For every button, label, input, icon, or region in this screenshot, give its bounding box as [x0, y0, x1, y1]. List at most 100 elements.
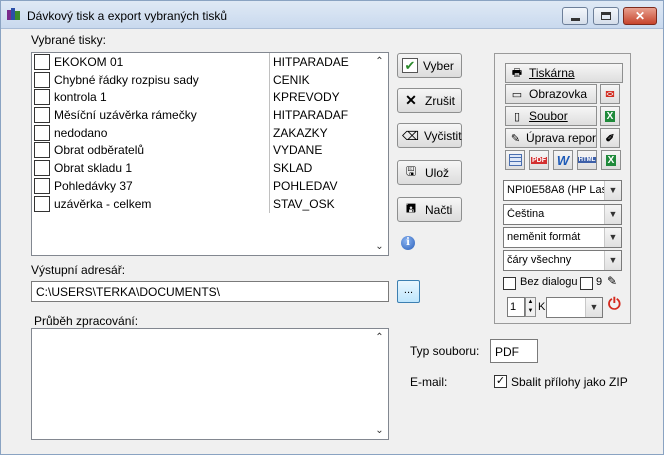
chevron-down-icon[interactable]: ▼: [585, 298, 602, 317]
no-dialog-checkbox[interactable]: [503, 277, 516, 290]
print-name: Pohledávky 37: [54, 178, 133, 193]
app-icon: [7, 8, 21, 22]
excel-icon: X: [604, 110, 616, 122]
minimize-button[interactable]: [562, 7, 588, 25]
report-designer-button[interactable]: ✐: [600, 128, 620, 148]
progress-label: Průběh zpracování:: [34, 314, 139, 328]
save-button[interactable]: 🖫 Ulož: [397, 160, 462, 185]
word-export-button[interactable]: W: [553, 150, 573, 170]
print-code: POHLEDAV: [273, 178, 338, 193]
row-checkbox[interactable]: [34, 89, 50, 106]
list-item[interactable]: Obrat skladu 1 SKLAD: [32, 159, 372, 177]
chevron-down-icon[interactable]: ▼: [604, 251, 621, 270]
row-checkbox[interactable]: [34, 160, 50, 177]
row-checkbox[interactable]: [34, 177, 50, 194]
file-type-field[interactable]: PDF: [490, 339, 538, 363]
power-icon[interactable]: ⏻: [608, 296, 621, 314]
pencil-icon: ✎: [510, 132, 521, 145]
output-panel: 🖶 Tiskárna ▭ Obrazovka ✉ ▯ Soubor X ✎ Úp…: [494, 53, 631, 324]
copies-input[interactable]: 1: [507, 297, 525, 317]
list-item[interactable]: Chybné řádky rozpisu sady CENIK: [32, 71, 372, 89]
scroll-down-icon[interactable]: ⌄: [371, 422, 388, 439]
clear-button[interactable]: ⌫ Vyčistit: [397, 123, 462, 148]
close-icon: ✕: [634, 9, 646, 23]
row-checkbox[interactable]: [34, 195, 50, 212]
spin-up-icon[interactable]: ▲: [526, 298, 535, 307]
browse-button[interactable]: ...: [397, 280, 420, 303]
print-name: Chybné řádky rozpisu sady: [54, 72, 199, 87]
output-dir-input[interactable]: C:\USERS\TERKA\DOCUMENTS\: [31, 281, 389, 302]
format-select[interactable]: neměnit formát ▼: [503, 227, 622, 248]
edit-report-button[interactable]: ✎ Úprava repor: [505, 128, 597, 148]
row-checkbox[interactable]: [34, 142, 50, 159]
print-name: uzávěrka - celkem: [54, 196, 152, 211]
window-title: Dávkový tisk a export vybraných tisků: [27, 9, 228, 23]
screen-button[interactable]: ▭ Obrazovka: [505, 84, 597, 104]
select-button[interactable]: ✔ Vyber: [397, 53, 462, 78]
list-item[interactable]: Pohledávky 37 POHLEDAV: [32, 177, 372, 195]
maximize-button[interactable]: [593, 7, 619, 25]
print-name: EKOKOM 01: [54, 55, 124, 69]
pdf-export-button[interactable]: PDF: [529, 150, 549, 170]
html-icon: HTML: [577, 157, 597, 163]
dialog-window: Dávkový tisk a export vybraných tisků ✕ …: [0, 0, 664, 455]
file-icon: ▯: [513, 110, 521, 123]
print-code: SKLAD: [273, 161, 313, 176]
file-button[interactable]: ▯ Soubor: [505, 106, 597, 126]
scroll-up-icon[interactable]: ⌃: [371, 53, 388, 70]
row-checkbox[interactable]: [34, 71, 50, 88]
load-icon: 🖪: [405, 201, 417, 215]
excel-export-button[interactable]: X: [600, 106, 620, 126]
print-code: HITPARADAE: [273, 55, 349, 69]
lines-select[interactable]: čáry všechny ▼: [503, 250, 622, 271]
copies-unit-select[interactable]: ▼: [546, 297, 603, 318]
copies-spinner[interactable]: ▲ ▼: [525, 297, 536, 317]
design-tools-icon: ✐: [605, 132, 615, 145]
selected-prints-label: Vybrané tisky:: [31, 33, 106, 47]
list-item[interactable]: Měsíční uzávěrka rámečky HITPARADAF: [32, 106, 372, 124]
list-item[interactable]: nedodano ZAKAZKY: [32, 124, 372, 142]
printer-select[interactable]: NPI0E58A8 (HP LaserJet) ▼: [503, 180, 622, 201]
monitor-icon: ▭: [511, 88, 523, 101]
print-name: nedodano: [54, 125, 108, 140]
excel-export-button-2[interactable]: X: [601, 150, 621, 170]
list-item[interactable]: Obrat odběratelů VYDANE: [32, 141, 372, 159]
print-code: KPREVODY: [273, 90, 340, 105]
printer-icon: 🖶: [511, 66, 523, 79]
html-export-button[interactable]: HTML: [577, 150, 597, 170]
settings-tool-icon[interactable]: ✎: [607, 274, 617, 288]
email-preview-button[interactable]: ✉: [600, 84, 620, 104]
language-select[interactable]: Čeština ▼: [503, 204, 622, 225]
grid-icon: [508, 154, 522, 166]
load-button[interactable]: 🖪 Načti: [397, 197, 462, 222]
chevron-down-icon[interactable]: ▼: [604, 181, 621, 200]
printer-button[interactable]: 🖶 Tiskárna: [505, 63, 623, 83]
list-item[interactable]: uzávěrka - celkem STAV_OSK: [32, 195, 372, 213]
print-name: kontrola 1: [54, 90, 107, 105]
row-checkbox[interactable]: [34, 124, 50, 141]
list-item[interactable]: kontrola 1 KPREVODY: [32, 88, 372, 106]
spin-down-icon[interactable]: ▼: [526, 307, 535, 316]
progress-log-scrollbar[interactable]: ⌃ ⌄: [371, 329, 388, 439]
print-name: Obrat skladu 1: [54, 161, 133, 176]
word-icon: W: [556, 152, 570, 168]
progress-log[interactable]: ⌃ ⌄: [31, 328, 389, 440]
scroll-up-icon[interactable]: ⌃: [371, 329, 388, 346]
print-code: VYDANE: [273, 143, 323, 158]
cancel-button[interactable]: ✕ Zrušit: [397, 88, 462, 113]
mail-attach-icon: ✉: [605, 88, 615, 101]
info-icon[interactable]: i: [401, 236, 415, 250]
close-button[interactable]: ✕: [623, 7, 657, 25]
grid-export-button[interactable]: [505, 150, 525, 170]
scroll-down-icon[interactable]: ⌄: [371, 238, 388, 255]
row-checkbox[interactable]: [34, 54, 50, 70]
row-checkbox[interactable]: [34, 107, 50, 124]
prints-list-scrollbar[interactable]: ⌃ ⌄: [371, 53, 388, 255]
zip-checkbox[interactable]: ✓: [494, 375, 507, 388]
prints-list[interactable]: EKOKOM 01 HITPARADAE Chybné řádky rozpisu …: [31, 52, 389, 256]
chevron-down-icon[interactable]: ▼: [604, 205, 621, 224]
copies-checkbox[interactable]: [580, 277, 593, 290]
list-item[interactable]: EKOKOM 01 HITPARADAE: [32, 53, 372, 71]
excel-icon: X: [605, 154, 617, 166]
chevron-down-icon[interactable]: ▼: [604, 228, 621, 247]
